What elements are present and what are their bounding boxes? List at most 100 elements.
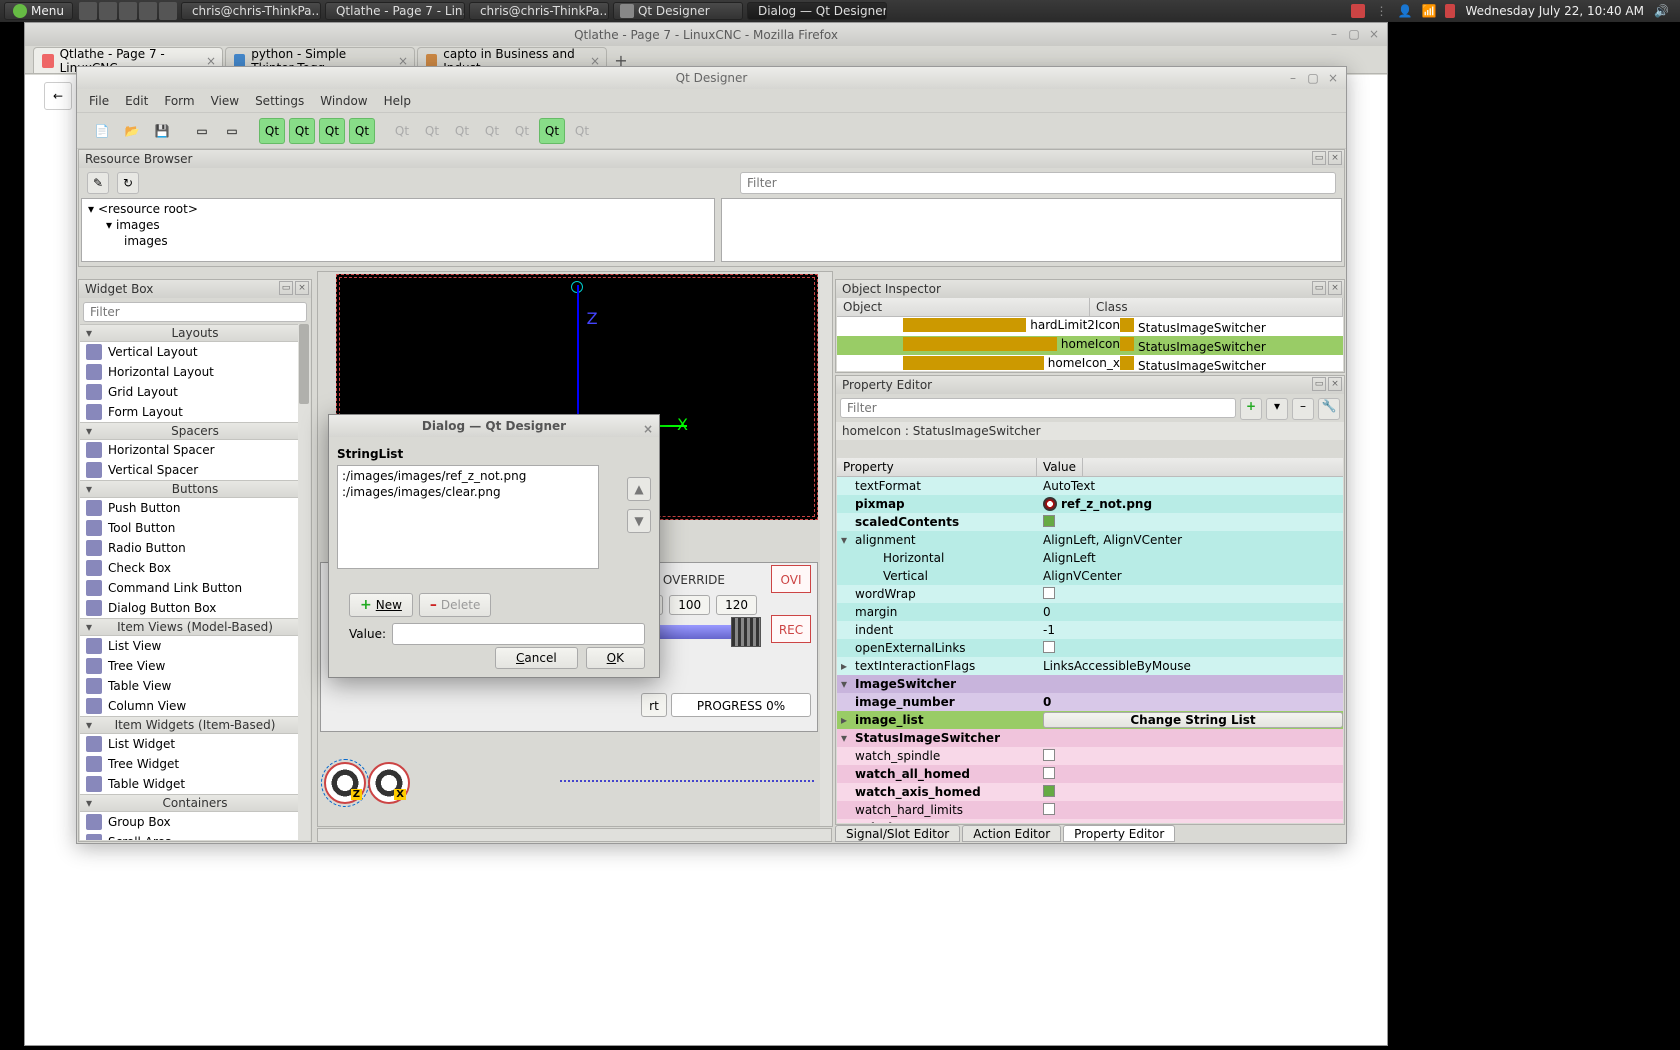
property-row[interactable]: VerticalAlignVCenter <box>837 567 1343 585</box>
new-button[interactable]: +New <box>349 593 413 617</box>
tb-layout-v-icon[interactable]: Qt <box>289 118 315 144</box>
tb-open-icon[interactable]: 📂 <box>119 118 145 144</box>
delete-button[interactable]: –Delete <box>419 593 491 617</box>
close-icon[interactable]: × <box>643 418 653 440</box>
dock-float-icon[interactable]: ▭ <box>1312 281 1326 295</box>
widget-item[interactable]: List Widget <box>80 734 310 754</box>
checkbox-icon[interactable] <box>1043 803 1055 815</box>
ok-button[interactable]: OK <box>586 647 645 669</box>
tb-layout-hs-icon[interactable]: Qt <box>319 118 345 144</box>
dock-close-icon[interactable]: × <box>1328 281 1342 295</box>
property-row[interactable]: ▸textInteractionFlagsLinksAccessibleByMo… <box>837 657 1343 675</box>
widget-category[interactable]: Spacers <box>80 422 310 440</box>
widget-item[interactable]: Tree Widget <box>80 754 310 774</box>
user-icon[interactable]: 👤 <box>1397 4 1411 18</box>
widget-filter-input[interactable] <box>83 302 307 322</box>
property-row[interactable]: margin0 <box>837 603 1343 621</box>
tb-edit-signals-icon[interactable]: ▭ <box>219 118 245 144</box>
widget-item[interactable]: Push Button <box>80 498 310 518</box>
change-stringlist-button[interactable]: Change String List <box>1043 712 1343 728</box>
widget-list[interactable]: LayoutsVertical LayoutHorizontal LayoutG… <box>80 324 310 840</box>
widget-item[interactable]: Form Layout <box>80 402 310 422</box>
terminal-icon[interactable] <box>119 2 137 20</box>
menu-form[interactable]: Form <box>164 94 194 108</box>
list-item[interactable]: :/images/images/clear.png <box>342 484 594 500</box>
app-icon[interactable] <box>159 2 177 20</box>
wifi-icon[interactable]: 📶 <box>1421 4 1435 18</box>
value-input[interactable] <box>392 623 645 645</box>
battery-icon[interactable] <box>1445 4 1455 18</box>
scrollbar-thumb[interactable] <box>299 324 309 404</box>
tab-action-editor[interactable]: Action Editor <box>962 825 1061 842</box>
property-row[interactable]: ▸axis_letterZ <box>837 819 1343 823</box>
edit-resources-button[interactable]: ✎ <box>87 172 109 194</box>
vscrollbar[interactable] <box>820 272 832 826</box>
dock-float-icon[interactable]: ▭ <box>1312 377 1326 391</box>
object-row[interactable]: hardLimit2IconStatusImageSwitcher <box>837 317 1343 336</box>
widget-item[interactable]: Vertical Layout <box>80 342 310 362</box>
files-icon[interactable] <box>139 2 157 20</box>
move-up-button[interactable]: ▲ <box>627 477 651 501</box>
move-down-button[interactable]: ▼ <box>627 509 651 533</box>
dock-float-icon[interactable]: ▭ <box>279 281 293 295</box>
property-filter-input[interactable] <box>840 398 1236 418</box>
start-menu-button[interactable]: Menu <box>4 2 73 20</box>
tb-break-icon[interactable]: Qt <box>449 118 475 144</box>
cancel-button[interactable]: Cancel <box>495 647 578 669</box>
menu-settings[interactable]: Settings <box>255 94 304 108</box>
widget-item[interactable]: Scroll Area <box>80 832 310 840</box>
widget-item[interactable]: Tool Button <box>80 518 310 538</box>
checkbox-icon[interactable] <box>1043 587 1055 599</box>
stringlist-box[interactable]: :/images/images/ref_z_not.png :/images/i… <box>337 465 599 569</box>
menu-edit[interactable]: Edit <box>125 94 148 108</box>
col-class[interactable]: Class <box>1090 298 1343 316</box>
reload-button[interactable]: ↻ <box>117 172 139 194</box>
rt-button[interactable]: rt <box>641 693 667 717</box>
widget-item[interactable]: Grid Layout <box>80 382 310 402</box>
dropdown-icon[interactable]: ▾ <box>1266 398 1288 420</box>
override-120[interactable]: 120 <box>716 595 757 615</box>
tb-layout-vs-icon[interactable]: Qt <box>349 118 375 144</box>
expand-icon[interactable]: ▾ <box>841 731 847 745</box>
minimize-icon[interactable]: – <box>1327 27 1341 41</box>
checkbox-icon[interactable] <box>1043 785 1055 797</box>
widget-item[interactable]: Command Link Button <box>80 578 310 598</box>
property-row[interactable]: ▸image_listChange String List <box>837 711 1343 729</box>
checkbox-icon[interactable] <box>1043 515 1055 527</box>
object-row[interactable]: homeIconStatusImageSwitcher <box>837 336 1343 355</box>
widget-item[interactable]: Dialog Button Box <box>80 598 310 618</box>
resource-filter-input[interactable] <box>740 172 1336 194</box>
property-row[interactable]: wordWrap <box>837 585 1343 603</box>
dock-close-icon[interactable]: × <box>295 281 309 295</box>
menu-help[interactable]: Help <box>384 94 411 108</box>
widget-item[interactable]: List View <box>80 636 310 656</box>
widget-category[interactable]: Item Views (Model-Based) <box>80 618 310 636</box>
slider-thumb[interactable] <box>731 617 761 647</box>
expand-icon[interactable]: ▸ <box>841 659 847 673</box>
task-terminal2[interactable]: chris@chris-ThinkPa... <box>469 2 609 20</box>
expand-icon[interactable]: ▸ <box>841 713 847 727</box>
col-object[interactable]: Object <box>837 298 1090 316</box>
shield-icon[interactable] <box>1351 4 1365 18</box>
widget-item[interactable]: Vertical Spacer <box>80 460 310 480</box>
property-row[interactable]: watch_spindle <box>837 747 1343 765</box>
firefox-icon[interactable] <box>99 2 117 20</box>
tb-form-icon[interactable]: Qt <box>419 118 445 144</box>
property-row[interactable]: watch_hard_limits <box>837 801 1343 819</box>
widget-category[interactable]: Layouts <box>80 324 310 342</box>
maximize-icon[interactable]: ▢ <box>1347 27 1361 41</box>
property-row[interactable]: ▾ImageSwitcher <box>837 675 1343 693</box>
menu-file[interactable]: File <box>89 94 109 108</box>
property-row[interactable]: scaledContents <box>837 513 1343 531</box>
close-icon[interactable]: × <box>1326 71 1340 85</box>
menu-view[interactable]: View <box>211 94 239 108</box>
menu-window[interactable]: Window <box>320 94 367 108</box>
tb-a-icon[interactable]: Qt <box>509 118 535 144</box>
back-button[interactable]: ← <box>44 82 72 110</box>
hscrollbar[interactable] <box>317 828 832 842</box>
widget-category[interactable]: Buttons <box>80 480 310 498</box>
property-row[interactable]: textFormatAutoText <box>837 477 1343 495</box>
desktop-icon[interactable] <box>79 2 97 20</box>
task-terminal1[interactable]: chris@chris-ThinkPa... <box>181 2 321 20</box>
config-icon[interactable]: 🔧 <box>1318 398 1340 420</box>
